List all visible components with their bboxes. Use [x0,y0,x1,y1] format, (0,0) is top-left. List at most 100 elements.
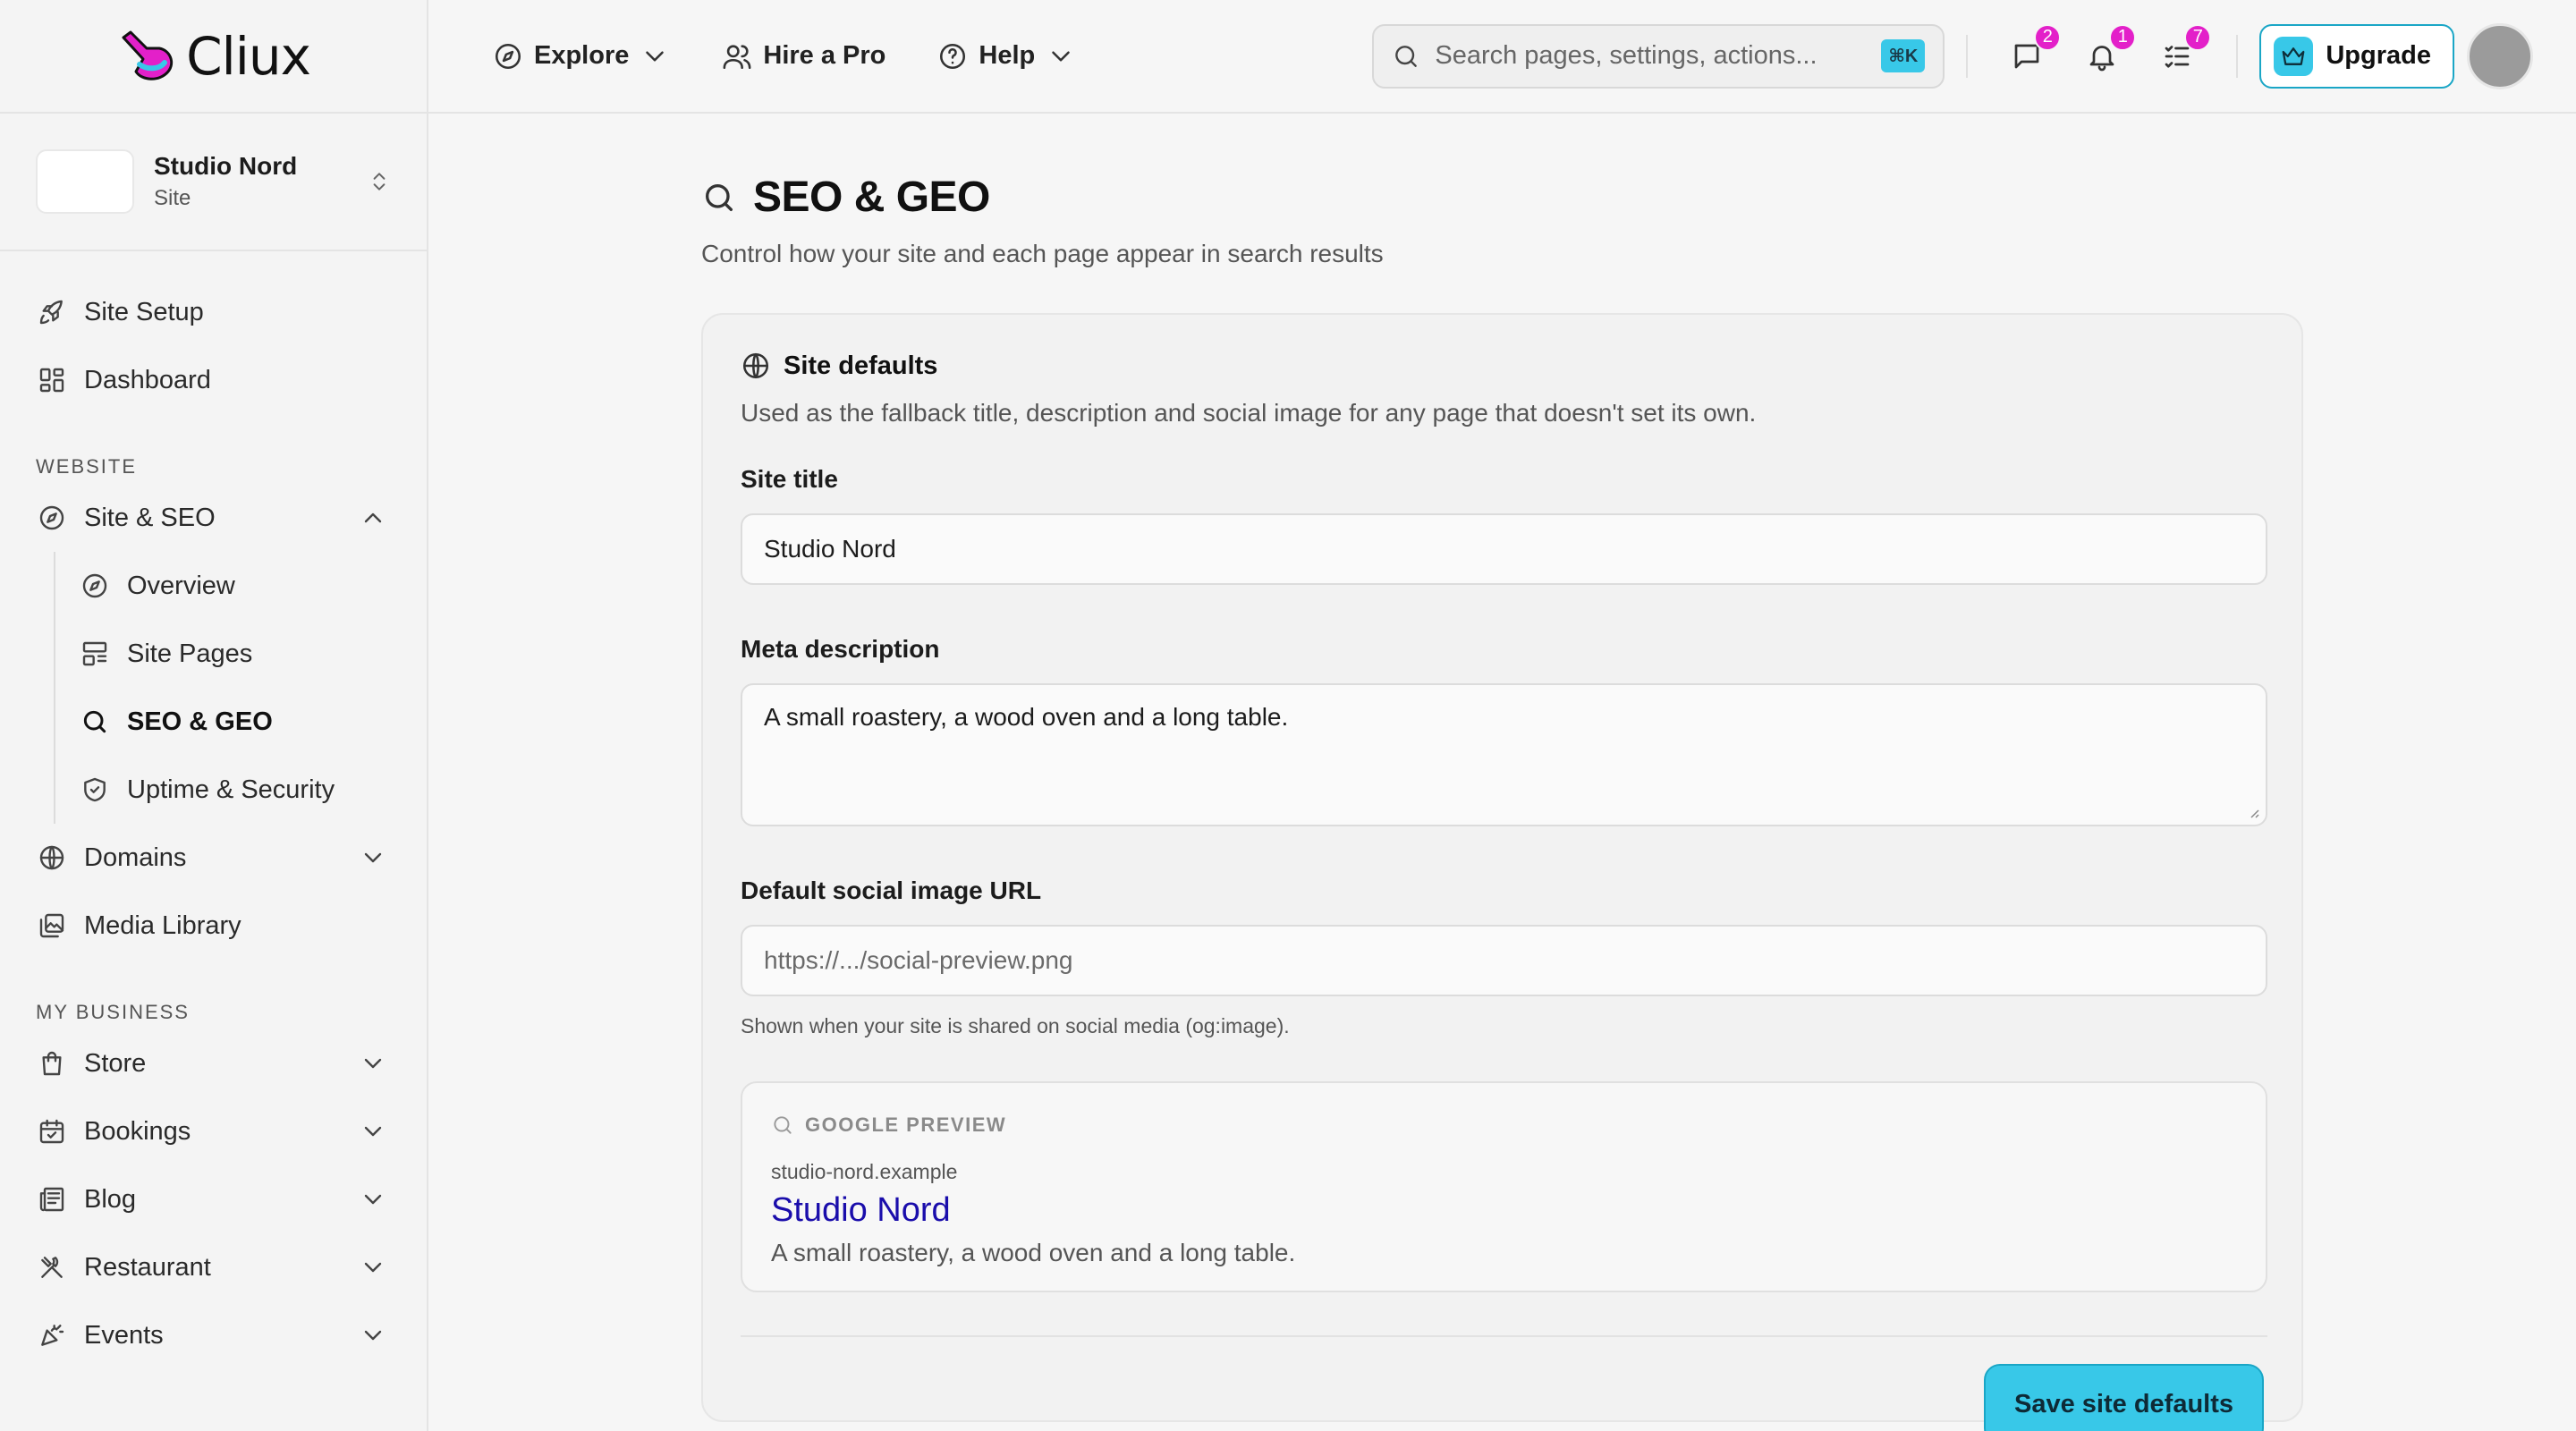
logo-wordmark: Cliux [186,25,311,87]
meta-description-value: A small roastery, a wood oven and a long… [764,703,1289,731]
site-title-label: Site title [741,465,838,493]
chevron-down-icon [364,1058,382,1069]
chevron-down-icon [646,50,665,62]
topbar-divider [2236,34,2239,78]
sidebar-item-label: Events [84,1320,164,1350]
sidebar-item-site-seo[interactable]: Site & SEO [0,484,427,552]
sidebar-item-label: Media Library [84,910,242,940]
hire-pro-label: Hire a Pro [763,41,886,70]
meta-description-textarea[interactable]: A small roastery, a wood oven and a long… [741,683,2267,826]
dashboard-icon [39,368,64,393]
save-site-defaults-button[interactable]: Save site defaults [1984,1364,2264,1431]
help-label: Help [979,41,1036,70]
global-search-input[interactable]: Search pages, settings, actions... ⌘K [1372,23,1945,89]
search-icon [83,710,106,733]
preview-title: Studio Nord [771,1191,951,1229]
sidebar-item-store[interactable]: Store [0,1029,427,1097]
sidebar-item-events[interactable]: Events [0,1301,427,1369]
brand-logo[interactable]: Cliux [0,0,427,114]
topbar-divider [1966,34,1969,78]
resize-handle-icon[interactable] [2246,805,2260,819]
sidebar-item-restaurant[interactable]: Restaurant [0,1233,427,1301]
sidebar-item-label: Overview [127,571,235,600]
calendar-icon [39,1119,64,1144]
search-icon [1395,45,1418,67]
site-title-input[interactable]: Studio Nord [741,513,2267,585]
social-image-hint: Shown when your site is shared on social… [741,1014,1290,1037]
sidebar-item-label: SEO & GEO [127,707,273,736]
sidebar-item-seo-geo[interactable]: SEO & GEO [54,688,427,756]
social-image-label: Default social image URL [741,876,1042,904]
messages-button[interactable]: 2 [2002,23,2062,81]
site-kind: Site [154,186,191,210]
google-preview: GOOGLE PREVIEW studio-nord.example Studi… [741,1081,2267,1292]
chevron-down-icon [364,1262,382,1273]
chevron-down-icon [364,1126,382,1137]
help-menu[interactable]: Help [937,41,1076,72]
site-name: Studio Nord [154,152,298,180]
shield-icon [84,777,106,802]
crown-icon [2274,36,2314,76]
search-shortcut-badge: ⌘K [1881,39,1926,72]
sidebar-item-label: Blog [84,1184,137,1214]
tasks-button[interactable]: 7 [2152,23,2212,81]
main-content: SEO & GEO Control how your site and each… [701,114,2303,1431]
google-preview-label-text: GOOGLE PREVIEW [805,1113,1007,1136]
page-subtitle: Control how your site and each page appe… [701,240,1384,267]
chevron-down-icon [364,852,382,863]
search-icon [706,183,733,211]
sidebar-item-site-setup[interactable]: Site Setup [0,278,427,346]
card-divider [741,1335,2267,1337]
upgrade-button[interactable]: Upgrade [2259,23,2454,89]
sidebar-item-label: Site & SEO [84,503,216,532]
sidebar-item-overview[interactable]: Overview [54,552,427,620]
chevron-up-icon [364,512,382,523]
explore-menu[interactable]: Explore [493,41,670,72]
preview-url: studio-nord.example [771,1160,958,1183]
site-switcher[interactable]: Studio Nord Site [0,114,427,251]
site-seo-subnav: Overview Site Pages SEO & GEO Uptime & S… [54,552,427,824]
sidebar-item-domains[interactable]: Domains [0,824,427,892]
sidebar-item-label: Dashboard [84,365,211,394]
utensils-icon [41,1257,63,1278]
google-preview-label: GOOGLE PREVIEW [771,1113,2237,1137]
sidebar-item-label: Site Pages [127,639,253,668]
meta-description-label: Meta description [741,635,940,663]
sidebar: Cliux Studio Nord Site Site Setup Dashbo… [0,0,428,1431]
sidebar-item-label: Store [84,1048,147,1078]
user-avatar[interactable] [2467,22,2533,89]
sidebar-item-label: Restaurant [84,1252,211,1282]
sidebar-item-label: Bookings [84,1116,191,1146]
sidebar-item-label: Site Setup [84,297,204,326]
sidebar-item-site-pages[interactable]: Site Pages [54,620,427,688]
sidebar-item-dashboard[interactable]: Dashboard [0,346,427,414]
sidebar-item-bookings[interactable]: Bookings [0,1097,427,1165]
compass-icon [39,505,64,530]
section-label-website: WEBSITE [36,455,138,478]
globe-icon [742,352,769,379]
site-defaults-card: Site defaults Used as the fallback title… [701,313,2303,1431]
newspaper-icon [39,1187,64,1212]
sidebar-item-blog[interactable]: Blog [0,1165,427,1233]
upgrade-label: Upgrade [2326,41,2431,70]
site-thumbnail [36,149,134,214]
notifications-button[interactable]: 1 [2077,23,2137,81]
help-circle-icon [940,43,966,69]
hire-pro-link[interactable]: Hire a Pro [722,41,886,72]
party-icon [41,1325,64,1346]
topbar: Explore Hire a Pro Help Search pages, se… [428,0,2576,114]
section-label-my-business: MY BUSINESS [36,1001,190,1023]
tasks-count-badge: 7 [2184,23,2212,51]
card-footer: Save site defaults [741,1335,2267,1431]
users-icon [723,44,751,69]
social-image-url-input[interactable]: https://.../social-preview.png [741,925,2267,996]
explore-label: Explore [534,41,630,70]
sidebar-item-uptime-security[interactable]: Uptime & Security [54,756,427,824]
messages-count-badge: 2 [2034,23,2062,51]
chevrons-up-down-icon [373,173,386,191]
search-placeholder: Search pages, settings, actions... [1435,41,1818,70]
sidebar-item-media-library[interactable]: Media Library [0,892,427,960]
sidebar-item-label: Uptime & Security [127,775,335,804]
compass-icon [82,573,107,598]
notifications-count-badge: 1 [2109,23,2137,51]
